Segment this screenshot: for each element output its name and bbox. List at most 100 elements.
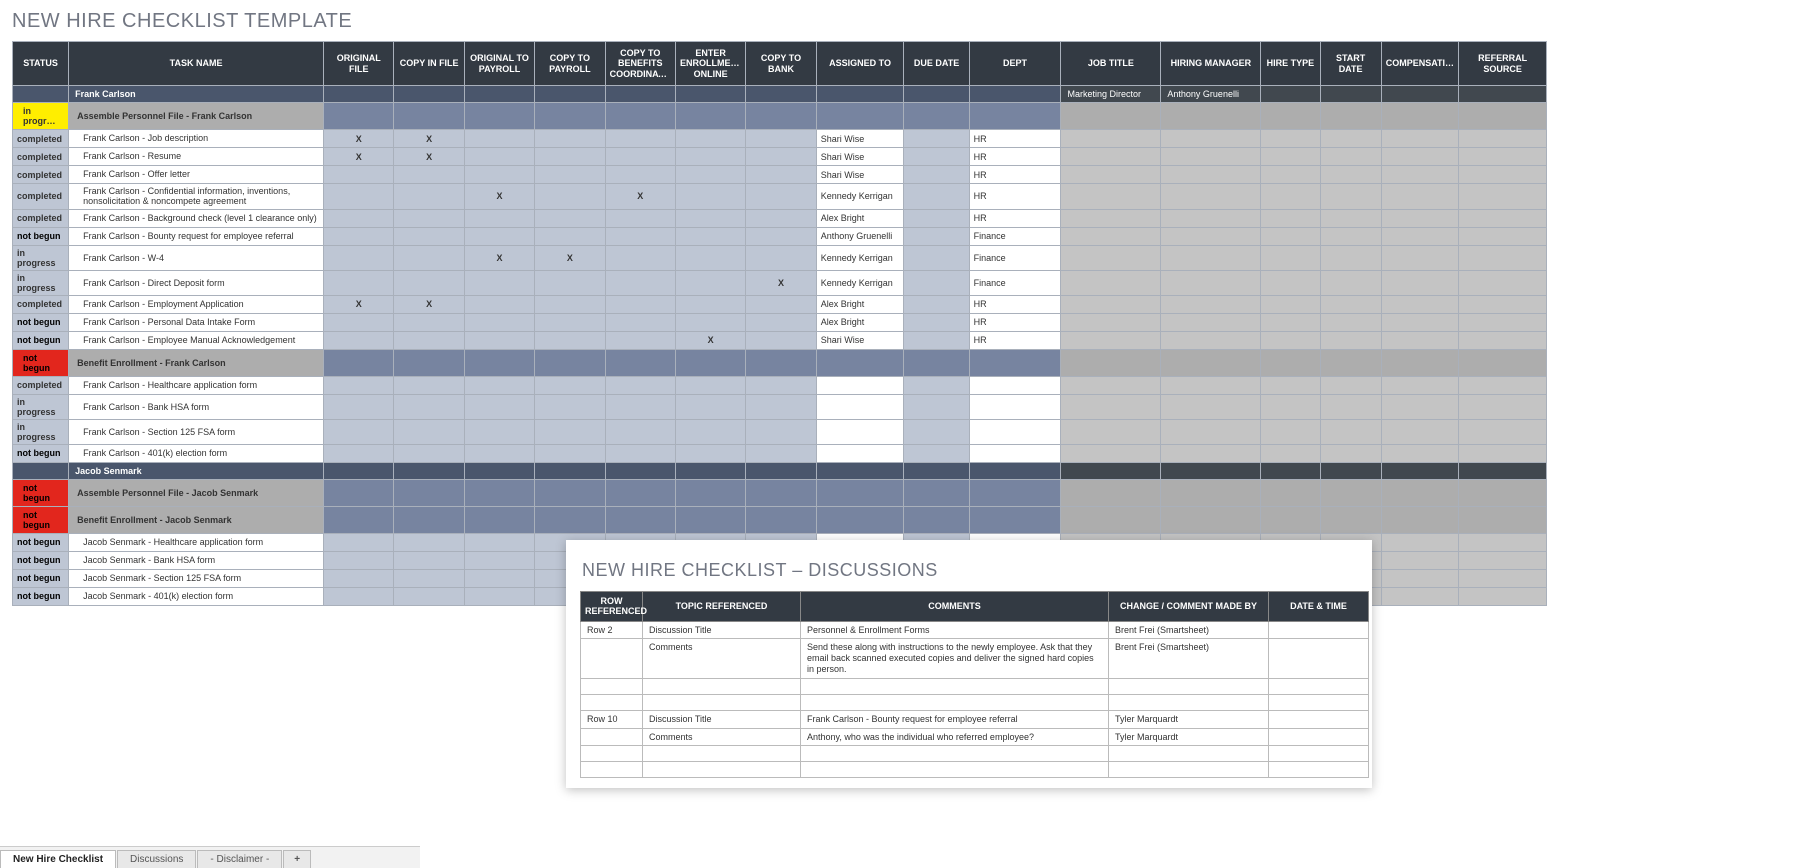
mark-cell[interactable] xyxy=(464,270,534,295)
mark-cell[interactable] xyxy=(746,295,816,313)
table-row[interactable]: completedFrank Carlson - Offer letterSha… xyxy=(13,166,1547,184)
mark-cell[interactable]: X xyxy=(394,295,464,313)
mark-cell[interactable] xyxy=(605,419,675,444)
mark-cell[interactable] xyxy=(464,569,534,587)
mark-cell[interactable] xyxy=(535,148,605,166)
mark-cell[interactable] xyxy=(605,148,675,166)
mark-cell[interactable] xyxy=(535,270,605,295)
mark-cell[interactable] xyxy=(464,419,534,444)
mark-cell[interactable] xyxy=(394,444,464,462)
mark-cell[interactable] xyxy=(324,184,394,210)
mark-cell[interactable] xyxy=(746,394,816,419)
sheet-tab[interactable]: - Disclaimer - xyxy=(197,850,282,868)
mark-cell[interactable] xyxy=(535,419,605,444)
mark-cell[interactable] xyxy=(464,331,534,349)
mark-cell[interactable] xyxy=(464,444,534,462)
mark-cell[interactable] xyxy=(535,295,605,313)
mark-cell[interactable] xyxy=(464,587,534,605)
mark-cell[interactable] xyxy=(324,587,394,605)
mark-cell[interactable] xyxy=(394,313,464,331)
mark-cell[interactable] xyxy=(464,551,534,569)
table-row[interactable]: in progressFrank Carlson - W-4XXKennedy … xyxy=(13,245,1547,270)
mark-cell[interactable] xyxy=(746,245,816,270)
mark-cell[interactable] xyxy=(324,444,394,462)
mark-cell[interactable] xyxy=(324,270,394,295)
mark-cell[interactable] xyxy=(464,166,534,184)
mark-cell[interactable] xyxy=(535,394,605,419)
mark-cell[interactable] xyxy=(394,394,464,419)
col-header[interactable]: COPY TO BENEFITS COORDINATOR xyxy=(605,42,675,86)
mark-cell[interactable] xyxy=(394,184,464,210)
table-row[interactable]: not begunFrank Carlson - Personal Data I… xyxy=(13,313,1547,331)
table-row[interactable]: not begunFrank Carlson - 401(k) election… xyxy=(13,444,1547,462)
mark-cell[interactable] xyxy=(535,130,605,148)
mark-cell[interactable] xyxy=(675,270,745,295)
mark-cell[interactable] xyxy=(535,227,605,245)
disc-row[interactable]: Row 2Discussion TitlePersonnel & Enrollm… xyxy=(581,621,1369,639)
table-row[interactable]: completedFrank Carlson - ResumeXXShari W… xyxy=(13,148,1547,166)
col-header[interactable]: ORIGINAL FILE xyxy=(324,42,394,86)
disc-row[interactable] xyxy=(581,746,1369,762)
mark-cell[interactable] xyxy=(324,376,394,394)
col-header[interactable]: ENTER ENROLLMENT ONLINE xyxy=(675,42,745,86)
mark-cell[interactable] xyxy=(605,376,675,394)
sheet-tab[interactable]: Discussions xyxy=(117,850,196,868)
mark-cell[interactable] xyxy=(464,376,534,394)
mark-cell[interactable] xyxy=(605,444,675,462)
mark-cell[interactable] xyxy=(324,533,394,551)
table-row[interactable]: not begunFrank Carlson - Bounty request … xyxy=(13,227,1547,245)
col-header[interactable]: JOB TITLE xyxy=(1061,42,1161,86)
col-header[interactable]: ASSIGNED TO xyxy=(816,42,904,86)
disc-row[interactable] xyxy=(581,678,1369,694)
mark-cell[interactable] xyxy=(394,209,464,227)
table-row[interactable]: completedFrank Carlson - Background chec… xyxy=(13,209,1547,227)
mark-cell[interactable] xyxy=(675,227,745,245)
mark-cell[interactable] xyxy=(605,394,675,419)
mark-cell[interactable] xyxy=(464,313,534,331)
table-row[interactable]: in progressFrank Carlson - Section 125 F… xyxy=(13,419,1547,444)
table-row[interactable]: completedFrank Carlson - Job description… xyxy=(13,130,1547,148)
mark-cell[interactable]: X xyxy=(746,270,816,295)
mark-cell[interactable] xyxy=(464,533,534,551)
mark-cell[interactable] xyxy=(324,245,394,270)
mark-cell[interactable] xyxy=(464,394,534,419)
mark-cell[interactable] xyxy=(394,533,464,551)
mark-cell[interactable]: X xyxy=(324,148,394,166)
mark-cell[interactable] xyxy=(464,130,534,148)
mark-cell[interactable] xyxy=(535,376,605,394)
mark-cell[interactable] xyxy=(675,376,745,394)
mark-cell[interactable] xyxy=(746,166,816,184)
mark-cell[interactable] xyxy=(746,331,816,349)
mark-cell[interactable] xyxy=(675,166,745,184)
col-header[interactable]: COPY TO BANK xyxy=(746,42,816,86)
mark-cell[interactable] xyxy=(324,551,394,569)
col-header[interactable]: ORIGINAL TO PAYROLL xyxy=(464,42,534,86)
disc-row[interactable] xyxy=(581,694,1369,710)
col-header[interactable]: HIRING MANAGER xyxy=(1161,42,1261,86)
table-row[interactable]: not begunAssemble Personnel File - Jacob… xyxy=(13,479,1547,506)
mark-cell[interactable]: X xyxy=(535,245,605,270)
mark-cell[interactable] xyxy=(535,444,605,462)
mark-cell[interactable] xyxy=(324,569,394,587)
mark-cell[interactable] xyxy=(324,209,394,227)
mark-cell[interactable] xyxy=(605,209,675,227)
mark-cell[interactable] xyxy=(535,209,605,227)
mark-cell[interactable] xyxy=(324,227,394,245)
mark-cell[interactable]: X xyxy=(464,184,534,210)
mark-cell[interactable] xyxy=(394,376,464,394)
mark-cell[interactable] xyxy=(324,166,394,184)
mark-cell[interactable] xyxy=(746,227,816,245)
mark-cell[interactable] xyxy=(394,166,464,184)
table-row[interactable]: completedFrank Carlson - Healthcare appl… xyxy=(13,376,1547,394)
mark-cell[interactable] xyxy=(394,551,464,569)
col-header[interactable]: REFERRAL SOURCE xyxy=(1459,42,1547,86)
table-row[interactable]: Jacob Senmark xyxy=(13,462,1547,479)
mark-cell[interactable] xyxy=(535,313,605,331)
mark-cell[interactable] xyxy=(464,148,534,166)
mark-cell[interactable] xyxy=(605,227,675,245)
col-header[interactable]: DUE DATE xyxy=(904,42,969,86)
mark-cell[interactable] xyxy=(394,419,464,444)
col-header[interactable]: TASK NAME xyxy=(69,42,324,86)
col-header[interactable]: HIRE TYPE xyxy=(1261,42,1320,86)
table-row[interactable]: completedFrank Carlson - Confidential in… xyxy=(13,184,1547,210)
